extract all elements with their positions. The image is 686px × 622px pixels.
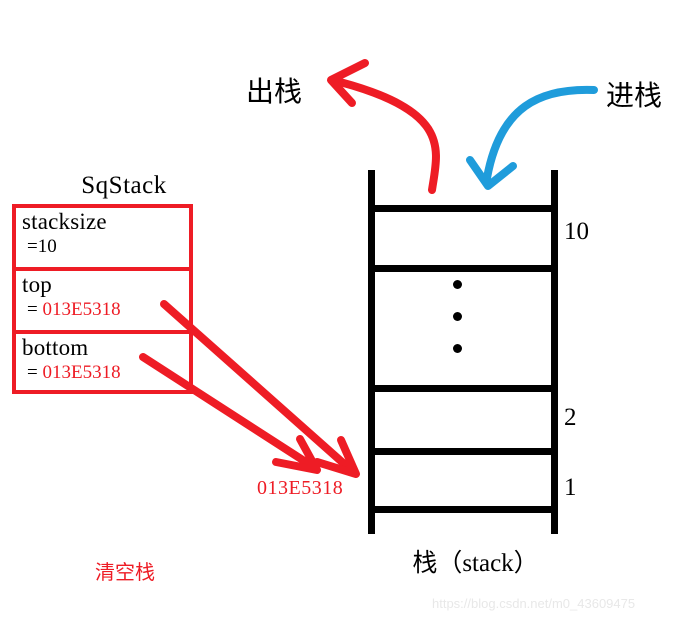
pop-arrow-head	[327, 59, 369, 107]
stack-index-10: 10	[564, 218, 589, 245]
stack-divider-5	[368, 506, 558, 513]
label-pointer-address: 013E5318	[257, 477, 344, 499]
field-value-top-address: 013E5318	[42, 299, 121, 320]
stack-index-2: 2	[564, 404, 577, 431]
field-label-stacksize: stacksize	[22, 209, 107, 234]
bottom-pointer-head	[272, 435, 321, 474]
push-arrow-shaft	[483, 85, 598, 182]
field-value-top-prefix: =	[27, 299, 43, 320]
struct-field-top: top = 013E5318	[16, 271, 189, 334]
stack-divider-4	[368, 448, 558, 455]
diagram-canvas: SqStack stacksize =10 top = 013E5318 bot…	[0, 0, 686, 622]
field-label-top: top	[22, 272, 52, 297]
stack-divider-3	[368, 385, 558, 392]
field-value-stacksize: =10	[27, 236, 57, 257]
field-value-top: = 013E5318	[22, 298, 189, 322]
ellipsis-dot-3	[453, 344, 462, 353]
stack-left-wall	[368, 170, 375, 534]
sqstack-title: SqStack	[81, 172, 167, 199]
stack-caption: 栈（stack）	[412, 550, 539, 577]
stack-ellipsis-dots	[453, 280, 467, 376]
label-pop: 出栈	[246, 77, 303, 108]
struct-field-stacksize: stacksize =10	[16, 208, 189, 271]
stack-frame: 10 2 1	[368, 170, 589, 534]
sqstack-box: stacksize =10 top = 013E5318 bottom = 01…	[12, 204, 193, 394]
field-value-bottom: = 013E5318	[22, 361, 189, 385]
field-value-bottom-address: 013E5318	[42, 362, 121, 383]
ellipsis-dot-2	[453, 312, 462, 321]
top-pointer-head	[313, 436, 360, 478]
stack-divider-2	[368, 265, 558, 272]
ellipsis-dot-1	[453, 280, 462, 289]
stack-right-wall	[551, 170, 558, 534]
label-push: 进栈	[606, 81, 663, 112]
label-clear-stack: 清空栈	[95, 562, 155, 584]
stack-divider-1	[368, 205, 558, 212]
stack-index-1: 1	[564, 474, 577, 501]
field-value-bottom-prefix: =	[27, 362, 43, 383]
field-label-bottom: bottom	[22, 335, 89, 360]
struct-field-bottom: bottom = 013E5318	[16, 334, 189, 394]
watermark: https://blog.csdn.net/m0_43609475	[432, 596, 636, 611]
